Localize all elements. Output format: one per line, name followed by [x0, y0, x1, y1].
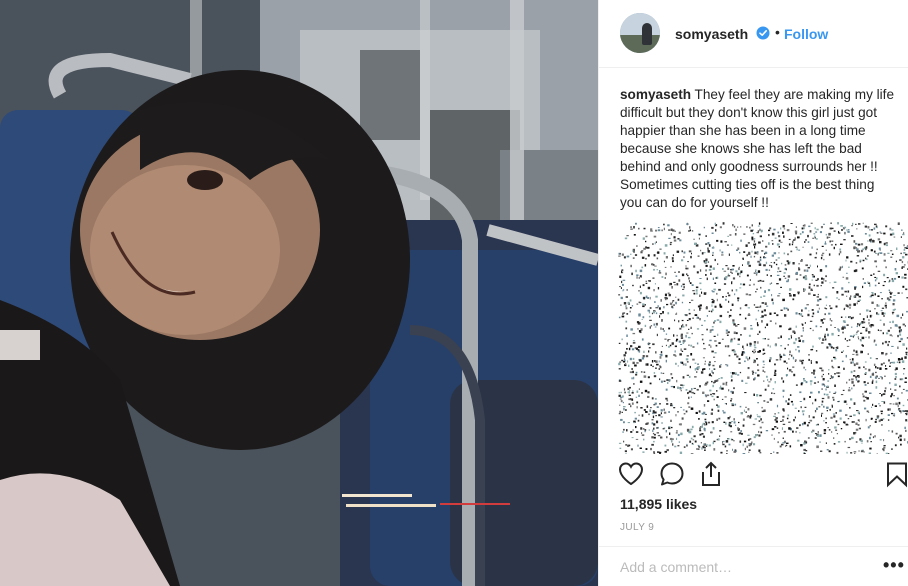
verified-badge-icon — [756, 26, 770, 40]
comment-input[interactable] — [620, 559, 850, 575]
comment-icon[interactable] — [658, 460, 686, 488]
selfie-on-train-image — [0, 0, 598, 586]
more-options-button[interactable]: ••• — [883, 555, 905, 576]
avatar-ground — [620, 35, 660, 53]
post-caption: somyaseth They feel they are making my l… — [620, 86, 895, 212]
action-bar — [599, 455, 908, 495]
likes-count[interactable]: 11,895 likes — [620, 496, 697, 512]
post-header: somyaseth • Follow — [599, 0, 908, 68]
avatar-figure — [642, 23, 652, 45]
post-photo[interactable] — [0, 0, 598, 586]
separator-dot: • — [775, 24, 780, 40]
caption-username[interactable]: somyaseth — [620, 87, 691, 102]
redacted-noise-region — [618, 222, 908, 454]
caption-text: They feel they are making my life diffic… — [620, 87, 895, 210]
post-date[interactable]: JULY 9 — [620, 522, 654, 533]
share-icon[interactable] — [697, 460, 725, 488]
avatar-sky — [620, 13, 660, 35]
username-link[interactable]: somyaseth — [675, 26, 748, 42]
heart-icon[interactable] — [617, 460, 645, 488]
follow-button[interactable]: Follow — [784, 26, 828, 42]
bookmark-icon[interactable] — [883, 460, 908, 488]
avatar[interactable] — [620, 13, 660, 53]
comment-form: ••• — [599, 546, 908, 586]
instagram-post: somyaseth • Follow somyaseth They feel t… — [0, 0, 908, 586]
